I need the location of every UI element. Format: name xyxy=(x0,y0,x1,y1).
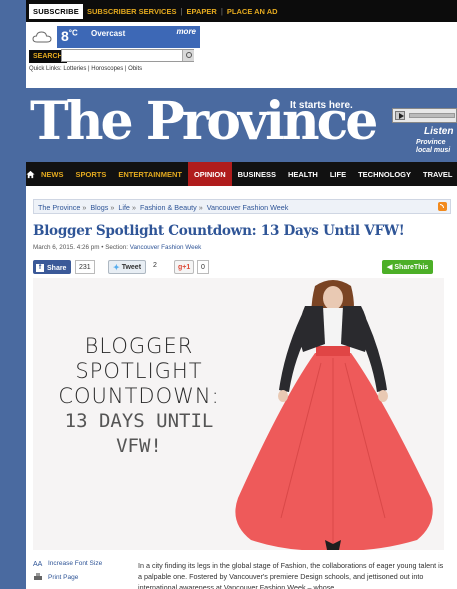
model-photo xyxy=(235,280,433,550)
player-progress-bar[interactable] xyxy=(409,113,455,118)
quick-links[interactable]: Quick Links: Lotteries | Horoscopes | Ob… xyxy=(29,66,142,72)
hero-image: BLOGGER SPOTLIGHT COUNTDOWN: 13 DAYS UNT… xyxy=(33,278,444,550)
font-size-icon: AA xyxy=(33,559,43,568)
share-icon: ◀ xyxy=(387,264,393,271)
article-dateline: March 6, 2015. 4:26 pm • Section: Vancou… xyxy=(33,244,202,251)
print-icon xyxy=(33,573,43,581)
weather-widget[interactable]: 8°C Overcast more xyxy=(57,26,200,48)
sharethis-button[interactable]: ◀ ShareThis xyxy=(382,260,434,274)
nav-item-opinion[interactable]: OPINION xyxy=(187,162,232,186)
search-input[interactable] xyxy=(61,49,194,62)
place-an-ad-link[interactable]: PLACE AN AD xyxy=(223,7,282,16)
weather-condition: Overcast xyxy=(91,29,126,38)
weather-more-link[interactable]: more xyxy=(176,27,196,36)
promo-line: Province xyxy=(416,139,446,146)
page: SUBSCRIBE SUBSCRIBER SERVICES | EPAPER |… xyxy=(0,0,457,589)
breadcrumb-item[interactable]: The Province xyxy=(38,203,80,212)
increase-font-size-link[interactable]: AA Increase Font Size xyxy=(33,559,102,569)
google-plus-button[interactable]: g+1 xyxy=(174,260,195,274)
cloud-icon xyxy=(32,31,52,43)
facebook-share-count: 231 xyxy=(75,260,95,274)
google-plus-count: 0 xyxy=(197,260,209,274)
top-bar: SUBSCRIBE SUBSCRIBER SERVICES | EPAPER |… xyxy=(26,0,457,22)
radio-player[interactable] xyxy=(392,108,457,123)
promo-line: local musi xyxy=(416,147,451,154)
epaper-link[interactable]: EPAPER xyxy=(183,7,221,16)
weather-temperature: 8°C xyxy=(61,28,78,44)
subscriber-services-link[interactable]: SUBSCRIBER SERVICES xyxy=(83,7,180,16)
breadcrumb: The Province» Blogs» Life» Fashion & Bea… xyxy=(33,199,451,214)
nav-item-entertainment[interactable]: ENTERTAINMENT xyxy=(112,162,188,186)
site-tagline: It starts here. xyxy=(290,100,353,111)
play-icon[interactable] xyxy=(395,111,405,120)
main-nav: NEWS SPORTS ENTERTAINMENT OPINION BUSINE… xyxy=(26,162,457,186)
promo-title[interactable]: Listen xyxy=(424,126,453,137)
twitter-icon: ✦ xyxy=(113,262,120,272)
facebook-icon: f xyxy=(36,264,44,272)
subscribe-link[interactable]: SUBSCRIBE xyxy=(29,3,83,19)
article-body: In a city finding its legs in the global… xyxy=(138,561,444,589)
nav-item-travel[interactable]: TRAVEL xyxy=(417,162,457,186)
search-icon[interactable] xyxy=(182,50,194,61)
tweet-count: 2 xyxy=(153,262,157,269)
home-icon[interactable] xyxy=(26,162,35,186)
nav-item-business[interactable]: BUSINESS xyxy=(232,162,282,186)
breadcrumb-item[interactable]: Fashion & Beauty xyxy=(140,203,197,212)
breadcrumb-item[interactable]: Blogs xyxy=(90,203,108,212)
nav-item-technology[interactable]: TECHNOLOGY xyxy=(352,162,417,186)
section-link[interactable]: Vancouver Fashion Week xyxy=(130,244,202,251)
facebook-share-button[interactable]: f Share xyxy=(33,260,72,274)
svg-text:AA: AA xyxy=(33,561,43,567)
breadcrumb-item[interactable]: Life xyxy=(118,203,130,212)
tweet-button[interactable]: ✦ Tweet xyxy=(108,260,147,274)
utility-header: 8°C Overcast more SEARCH Quick Links: Lo… xyxy=(26,22,457,88)
nav-item-news[interactable]: NEWS xyxy=(35,162,70,186)
article-content: The Province» Blogs» Life» Fashion & Bea… xyxy=(26,186,457,589)
nav-item-health[interactable]: HEALTH xyxy=(282,162,324,186)
print-page-link[interactable]: Print Page xyxy=(33,573,78,581)
nav-item-life[interactable]: LIFE xyxy=(324,162,352,186)
article-headline: Blogger Spotlight Countdown: 13 Days Unt… xyxy=(33,223,405,239)
breadcrumb-item[interactable]: Vancouver Fashion Week xyxy=(207,203,289,212)
rss-icon[interactable] xyxy=(438,202,447,211)
nav-item-sports[interactable]: SPORTS xyxy=(70,162,113,186)
